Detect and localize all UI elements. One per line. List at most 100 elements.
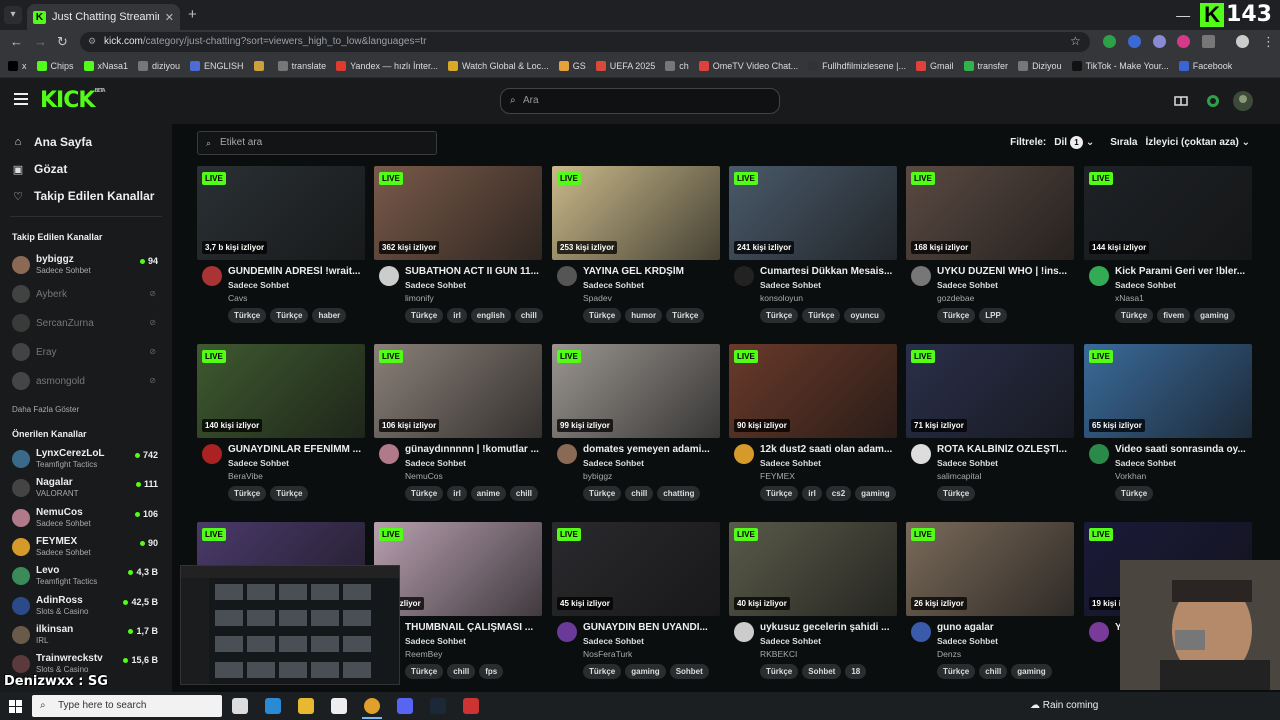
stream-title[interactable]: YAYINA GEL KRDŞİM (583, 266, 718, 277)
stream-title[interactable]: domates yemeyen adami... (583, 444, 718, 455)
search-input[interactable]: Ara (500, 88, 780, 114)
stream-category[interactable]: Sadece Sohbet (1115, 280, 1176, 290)
stream-tag[interactable]: LPP (979, 308, 1007, 323)
stream-category[interactable]: Sadece Sohbet (760, 636, 821, 646)
bookmark-item[interactable]: OmeTV Video Chat... (698, 60, 798, 71)
recommended-channel[interactable]: NemuCos Sadece Sohbet 106 (12, 507, 162, 531)
stream-category[interactable]: Sadece Sohbet (228, 458, 289, 468)
close-tab-icon[interactable]: ✕ (165, 11, 174, 24)
stream-card[interactable]: LIVE 40 kişi izliyor uykusuz gecelerin şah… (729, 522, 897, 679)
nav-browse[interactable]: ▣ Gözat (12, 162, 68, 176)
stream-tag[interactable]: Türkçe (1115, 486, 1154, 501)
bookmark-item[interactable]: Yandex — hızlı İnter... (336, 60, 438, 71)
stream-thumbnail[interactable]: LIVE 362 kişi izliyor (374, 166, 542, 260)
stream-title[interactable]: GÜNAYDIN BEN UYANDI... (583, 622, 718, 633)
stream-thumbnail[interactable]: LIVE 71 kişi izliyor (906, 344, 1074, 438)
kick-wallet-icon[interactable] (1206, 94, 1220, 108)
extension-icon[interactable] (1103, 35, 1116, 48)
stream-title[interactable]: uykusuz gecelerin şahidi ... (760, 622, 895, 633)
channel-avatar[interactable] (911, 444, 931, 464)
extensions-puzzle-icon[interactable] (1202, 35, 1215, 48)
weather-widget[interactable]: ☁ Rain coming (1030, 700, 1098, 711)
bookmark-item[interactable]: xNasa1 (83, 60, 128, 71)
stream-category[interactable]: Sadece Sohbet (760, 280, 821, 290)
stream-card[interactable]: LIVE 253 kişi izliyor YAYINA GEL KRDŞİM Sad… (552, 166, 720, 341)
stream-title[interactable]: THUMBNAIL ÇALIŞMASI ... (405, 622, 540, 633)
channel-avatar[interactable] (379, 444, 399, 464)
stream-category[interactable]: Sadece Sohbet (583, 280, 644, 290)
bookmark-item[interactable]: Chips (36, 60, 74, 71)
bookmark-item[interactable]: Watch Global & Loc... (447, 60, 549, 71)
recommended-channel[interactable]: FEYMEX Sadece Sohbet 90 (12, 536, 162, 560)
bookmark-item[interactable]: Gmail (916, 60, 954, 71)
stream-category[interactable]: Sadece Sohbet (583, 458, 644, 468)
new-tab-icon[interactable]: + (188, 6, 197, 23)
extension-icon[interactable] (1128, 35, 1141, 48)
stream-thumbnail[interactable]: LIVE 253 kişi izliyor (552, 166, 720, 260)
stream-thumbnail[interactable]: LIVE 241 kişi izliyor (729, 166, 897, 260)
channel-name[interactable]: limonify (405, 293, 434, 303)
forward-icon[interactable]: → (34, 34, 47, 49)
stream-card[interactable]: LIVE 362 kişi izliyor SUBATHON ACT II GÜN … (374, 166, 543, 341)
channel-avatar[interactable] (734, 266, 754, 286)
stream-tag[interactable]: gaming (1011, 664, 1052, 679)
channel-avatar[interactable] (911, 622, 931, 642)
stream-tag[interactable]: 18 (845, 664, 867, 679)
bookmark-item[interactable]: UEFA 2025 (595, 60, 655, 71)
stream-thumbnail[interactable]: LIVE 45 kişi izliyor (552, 522, 720, 616)
stream-title[interactable]: günaydınnnnn | !komutlar ... (405, 444, 540, 455)
channel-avatar[interactable] (734, 622, 754, 642)
stream-card[interactable]: LIVE 106 kişi izliyor günaydınnnnn | !komu… (374, 344, 542, 519)
channel-name[interactable]: salimcapital (937, 471, 981, 481)
bookmark-star-icon[interactable]: ☆ (1070, 34, 1081, 48)
stream-tag[interactable]: haber (312, 308, 347, 323)
stream-tag[interactable]: Türkçe (1115, 308, 1154, 323)
bookmark-item[interactable]: x (8, 60, 27, 71)
stream-card[interactable]: LIVE 65 kişi izliyor Video saati sonrasınd… (1084, 344, 1252, 519)
stream-category[interactable]: Sadece Sohbet (1115, 458, 1176, 468)
stream-category[interactable]: Sadece Sohbet (405, 280, 466, 290)
stream-tag[interactable]: Türkçe (270, 486, 309, 501)
nav-home[interactable]: ⌂ Ana Sayfa (12, 135, 92, 149)
bookmark-item[interactable]: translate (277, 60, 326, 71)
channel-avatar[interactable] (379, 266, 399, 286)
followed-channel[interactable]: Eray ⊘ (12, 341, 162, 365)
stream-tag[interactable]: gaming (1194, 308, 1235, 323)
stream-tag[interactable]: fps (479, 664, 504, 679)
stream-category[interactable]: Sadece Sohbet (760, 458, 821, 468)
stream-tag[interactable]: chill (514, 308, 543, 323)
extension-icon[interactable] (1153, 35, 1166, 48)
show-more-link[interactable]: Daha Fazla Göster (12, 405, 79, 414)
stream-title[interactable]: Cumartesi Dükkan Mesais... (760, 266, 895, 277)
stream-category[interactable]: Sadece Sohbet (228, 280, 289, 290)
stream-thumbnail[interactable]: LIVE 90 kişi izliyor (729, 344, 897, 438)
stream-tag[interactable]: Türkçe (583, 664, 622, 679)
stream-thumbnail[interactable]: LIVE 106 kişi izliyor (374, 344, 542, 438)
stream-card[interactable]: LIVE 71 kişi izliyor ROTA KALBİNİZ ÖZLEŞTİ… (906, 344, 1074, 519)
stream-thumbnail[interactable]: LIVE 99 kişi izliyor (552, 344, 720, 438)
stream-tag[interactable]: chill (625, 486, 654, 501)
bookmark-item[interactable]: TikTok - Make Your... (1071, 60, 1169, 71)
stream-card[interactable]: LIVE 241 kişi izliyor Cumartesi Dükkan Mes… (729, 166, 897, 341)
minimize-icon[interactable]: — (1176, 7, 1190, 23)
gift-icon[interactable] (1174, 94, 1188, 106)
stream-tag[interactable]: gaming (855, 486, 896, 501)
bookmark-item[interactable]: Diziyou (1018, 60, 1062, 71)
stream-tag[interactable]: irl (447, 308, 467, 323)
stream-title[interactable]: SUBATHON ACT II GÜN 11... (405, 266, 540, 277)
stream-tag[interactable]: gaming (625, 664, 666, 679)
stream-tag[interactable]: irl (802, 486, 822, 501)
channel-avatar[interactable] (202, 266, 222, 286)
stream-tag[interactable]: chatting (657, 486, 701, 501)
followed-channel[interactable]: bybiggz Sadece Sohbet 94 (12, 254, 162, 278)
stream-tag[interactable]: Sohbet (802, 664, 842, 679)
file-explorer-icon[interactable] (298, 698, 314, 714)
bookmark-item[interactable]: Facebook (1178, 60, 1232, 71)
stream-category[interactable]: Sadece Sohbet (937, 458, 998, 468)
channel-name[interactable]: xNasa1 (1115, 293, 1144, 303)
stream-card[interactable]: LIVE 99 kişi izliyor domates yemeyen adami… (552, 344, 720, 519)
stream-title[interactable]: UYKU DÜZENİ WHO | !ins... (937, 266, 1072, 277)
channel-name[interactable]: Spadev (583, 293, 612, 303)
stream-title[interactable]: Kick Parami Geri ver !bler... (1115, 266, 1250, 277)
stream-tag[interactable]: Türkçe (270, 308, 309, 323)
